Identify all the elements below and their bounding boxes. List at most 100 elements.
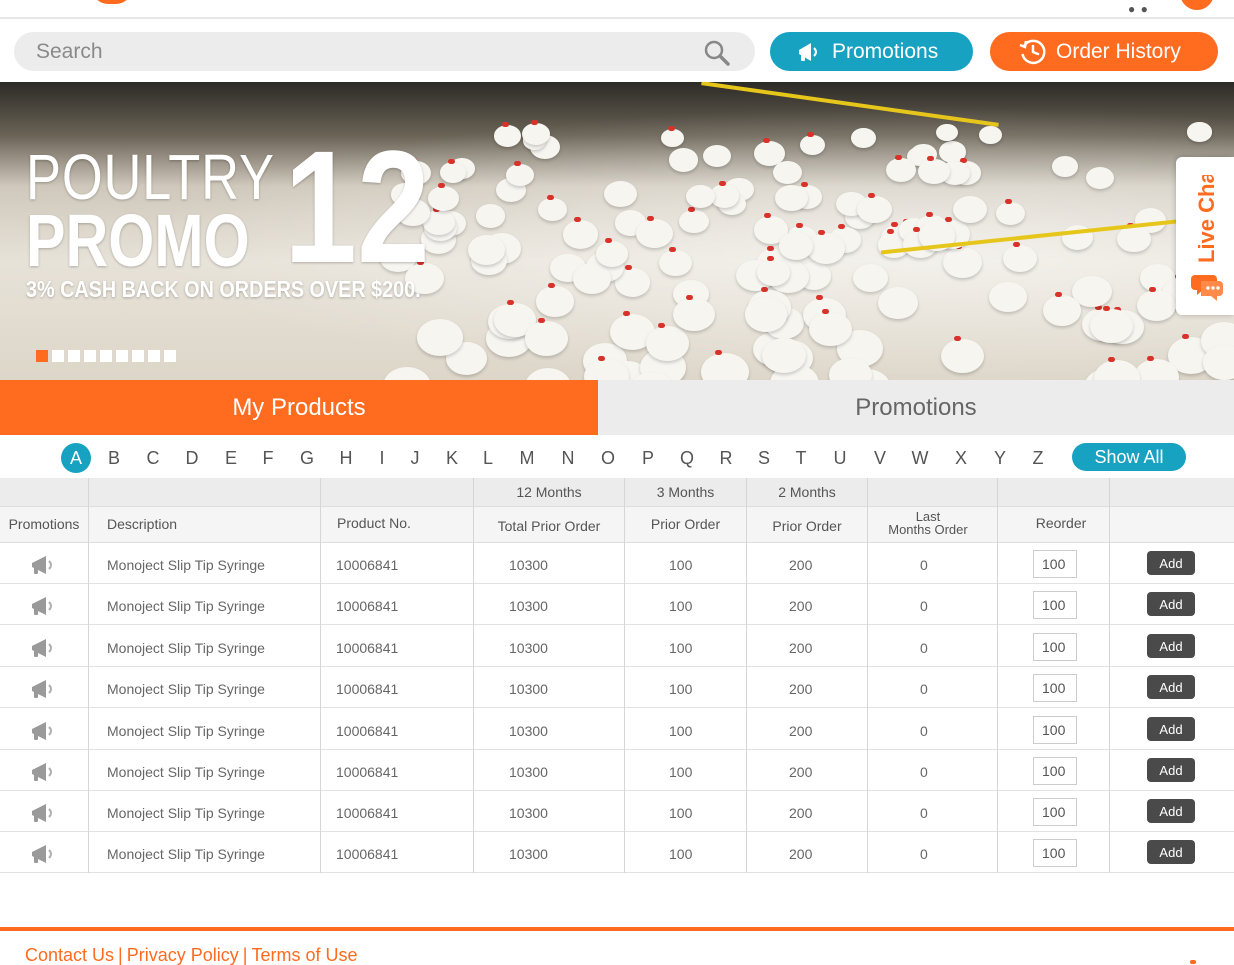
column-header-prior-order-3m: Prior Order (650, 516, 721, 532)
add-button[interactable]: Add (1147, 634, 1195, 658)
cell-description[interactable]: Monoject Slip Tip Syringe (107, 640, 265, 656)
hen-comb (1181, 334, 1189, 340)
alphabet-letter-k[interactable]: K (438, 444, 466, 472)
menu-dots-icon[interactable]: ● ● (1128, 2, 1149, 16)
alphabet-letter-d[interactable]: D (178, 444, 206, 472)
alphabet-letter-j[interactable]: J (401, 444, 429, 472)
carousel-dot[interactable] (36, 350, 48, 362)
reorder-quantity-input[interactable] (1033, 633, 1077, 661)
alphabet-letter-r[interactable]: R (712, 444, 740, 472)
promotions-button[interactable]: Promotions (770, 32, 973, 71)
contact-us-link[interactable]: Contact Us (25, 945, 114, 965)
alphabet-filter: ABCDEFGHIJKLMNOPQRSTUVWXYZ (0, 436, 1234, 478)
alphabet-letter-m[interactable]: M (513, 444, 541, 472)
hen-comb (1012, 242, 1020, 248)
megaphone-icon[interactable] (30, 842, 56, 866)
reorder-quantity-input[interactable] (1033, 839, 1077, 867)
alphabet-letter-w[interactable]: W (906, 444, 934, 472)
reorder-quantity-input[interactable] (1033, 591, 1077, 619)
alphabet-letter-f[interactable]: F (254, 444, 282, 472)
alphabet-letter-u[interactable]: U (826, 444, 854, 472)
hen-comb (815, 294, 823, 300)
column-divider (1109, 478, 1110, 873)
cell-prior-order-2m: 200 (789, 805, 813, 821)
reorder-quantity-input[interactable] (1033, 550, 1077, 578)
alphabet-letter-s[interactable]: S (750, 444, 778, 472)
alphabet-letter-a[interactable]: A (61, 443, 91, 473)
megaphone-icon[interactable] (30, 677, 56, 701)
megaphone-icon[interactable] (30, 760, 56, 784)
cell-description[interactable]: Monoject Slip Tip Syringe (107, 598, 265, 614)
cell-description[interactable]: Monoject Slip Tip Syringe (107, 723, 265, 739)
cell-description[interactable]: Monoject Slip Tip Syringe (107, 805, 265, 821)
alphabet-letter-z[interactable]: Z (1024, 444, 1052, 472)
megaphone-icon[interactable] (30, 801, 56, 825)
tab-my-products-label: My Products (232, 393, 366, 421)
add-button[interactable]: Add (1147, 551, 1195, 575)
cell-description[interactable]: Monoject Slip Tip Syringe (107, 681, 265, 697)
alphabet-letter-b[interactable]: B (100, 444, 128, 472)
cell-description[interactable]: Monoject Slip Tip Syringe (107, 846, 265, 862)
tab-promotions[interactable]: Promotions (598, 380, 1234, 435)
alphabet-letter-c[interactable]: C (139, 444, 167, 472)
logo[interactable] (92, 0, 132, 4)
cell-description[interactable]: Monoject Slip Tip Syringe (107, 557, 265, 573)
privacy-policy-link[interactable]: Privacy Policy (127, 945, 239, 965)
alphabet-letter-g[interactable]: G (293, 444, 321, 472)
add-button[interactable]: Add (1147, 758, 1195, 782)
carousel-dot[interactable] (68, 350, 80, 362)
cell-product-no: 10006841 (336, 846, 399, 862)
alphabet-letter-v[interactable]: V (866, 444, 894, 472)
hen-shape (857, 195, 892, 224)
reorder-quantity-input[interactable] (1033, 798, 1077, 826)
alphabet-letter-t[interactable]: T (787, 444, 815, 472)
alphabet-letter-x[interactable]: X (947, 444, 975, 472)
reorder-quantity-input[interactable] (1033, 757, 1077, 785)
terms-of-use-link[interactable]: Terms of Use (251, 945, 357, 965)
reorder-quantity-input[interactable] (1033, 716, 1077, 744)
footer-separator: | (118, 945, 123, 965)
carousel-dot[interactable] (148, 350, 160, 362)
promo-banner[interactable]: POULTRY PROMO 12 3% CASH BACK ON ORDERS … (0, 82, 1234, 380)
search-icon[interactable] (703, 39, 731, 67)
add-button[interactable]: Add (1147, 592, 1195, 616)
search-input[interactable] (14, 32, 654, 71)
hen-shape (1043, 295, 1082, 326)
carousel-dot[interactable] (84, 350, 96, 362)
carousel-dot[interactable] (100, 350, 112, 362)
add-button[interactable]: Add (1147, 840, 1195, 864)
show-all-button[interactable]: Show All (1072, 443, 1186, 471)
cell-prior-order-3m: 100 (669, 598, 693, 614)
reorder-quantity-input[interactable] (1033, 674, 1077, 702)
megaphone-icon[interactable] (30, 719, 56, 743)
alphabet-letter-p[interactable]: P (634, 444, 662, 472)
alphabet-letter-y[interactable]: Y (986, 444, 1014, 472)
hen-comb (822, 308, 830, 314)
user-avatar[interactable] (1180, 0, 1214, 10)
alphabet-letter-e[interactable]: E (217, 444, 245, 472)
megaphone-icon[interactable] (30, 594, 56, 618)
hen-comb (447, 159, 455, 165)
carousel-dot[interactable] (116, 350, 128, 362)
order-history-button[interactable]: Order History (990, 32, 1218, 71)
cell-description[interactable]: Monoject Slip Tip Syringe (107, 764, 265, 780)
add-button[interactable]: Add (1147, 799, 1195, 823)
svg-text:Live Chat: Live Chat (1194, 175, 1219, 263)
alphabet-letter-i[interactable]: I (368, 444, 396, 472)
carousel-dot[interactable] (164, 350, 176, 362)
megaphone-icon[interactable] (30, 553, 56, 577)
table-header: Promotions Description Product No. Total… (0, 507, 1234, 543)
add-button[interactable]: Add (1147, 717, 1195, 741)
hen-shape (703, 144, 731, 167)
alphabet-letter-o[interactable]: O (594, 444, 622, 472)
megaphone-icon[interactable] (30, 636, 56, 660)
add-button[interactable]: Add (1147, 675, 1195, 699)
carousel-dot[interactable] (132, 350, 144, 362)
live-chat-button[interactable]: Live Chat (1176, 157, 1234, 315)
alphabet-letter-n[interactable]: N (554, 444, 582, 472)
alphabet-letter-q[interactable]: Q (673, 444, 701, 472)
carousel-dot[interactable] (52, 350, 64, 362)
alphabet-letter-h[interactable]: H (332, 444, 360, 472)
alphabet-letter-l[interactable]: L (474, 444, 502, 472)
tab-my-products[interactable]: My Products (0, 380, 598, 435)
